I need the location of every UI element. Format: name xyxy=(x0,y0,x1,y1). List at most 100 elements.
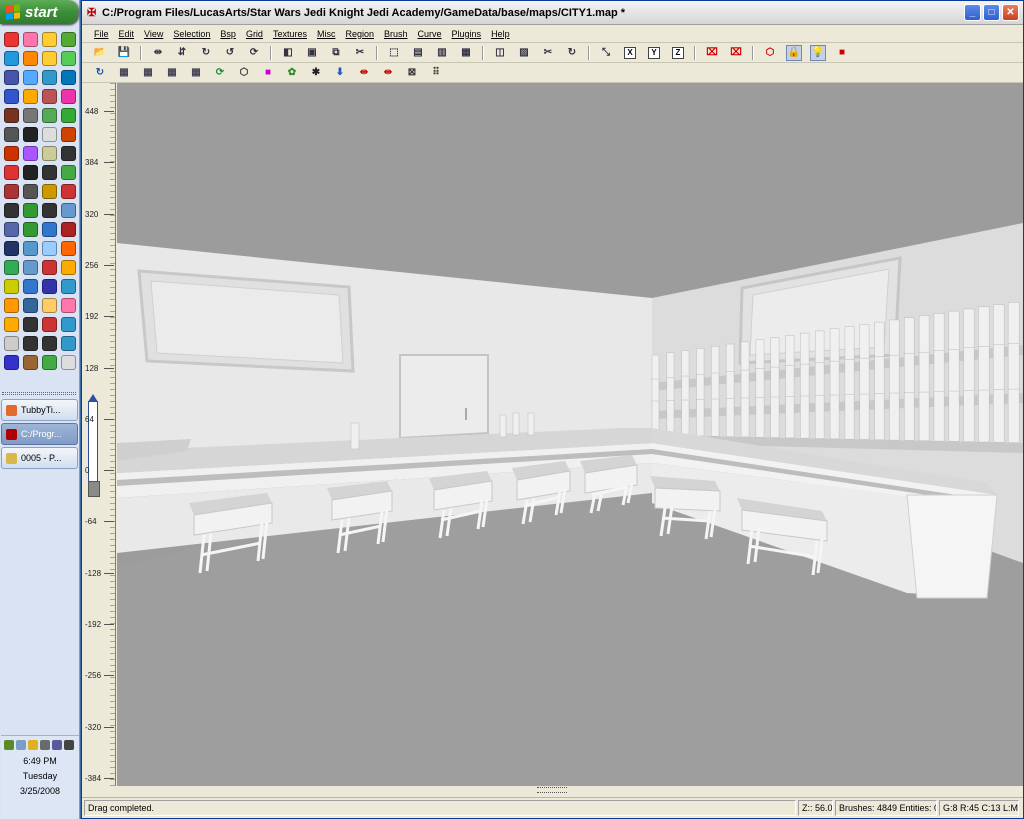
menu-textures[interactable]: Textures xyxy=(273,29,307,39)
quick-launch-app-icon[interactable] xyxy=(61,298,76,313)
scale-icon[interactable]: ⤡ xyxy=(598,45,614,61)
magenta-square-icon[interactable]: ■ xyxy=(260,65,276,81)
menu-edit[interactable]: Edit xyxy=(119,29,135,39)
view-3-icon[interactable]: ▦ xyxy=(164,65,180,81)
save-icon[interactable]: 💾 xyxy=(116,45,132,61)
quick-launch-app-icon[interactable] xyxy=(61,70,76,85)
spider-icon[interactable]: ✱ xyxy=(308,65,324,81)
quick-launch-app-icon[interactable] xyxy=(4,70,19,85)
select-touching-icon[interactable]: ▥ xyxy=(434,45,450,61)
tray-speaker-icon[interactable] xyxy=(64,740,74,750)
quick-launch-app-icon[interactable] xyxy=(42,184,57,199)
quick-launch-app-icon[interactable] xyxy=(23,260,38,275)
quick-launch-app-icon[interactable] xyxy=(23,241,38,256)
menu-bsp[interactable]: Bsp xyxy=(220,29,236,39)
quick-launch-app-icon[interactable] xyxy=(4,317,19,332)
quick-launch-app-icon[interactable] xyxy=(23,89,38,104)
quick-launch-app-icon[interactable] xyxy=(42,165,57,180)
quick-launch-app-icon[interactable] xyxy=(23,222,38,237)
close-button[interactable]: ✕ xyxy=(1002,4,1019,21)
quick-launch-app-icon[interactable] xyxy=(4,146,19,161)
tray-update-icon[interactable] xyxy=(52,740,62,750)
minimize-button[interactable]: _ xyxy=(964,4,981,21)
menu-file[interactable]: File xyxy=(94,29,109,39)
quick-launch-app-icon[interactable] xyxy=(4,184,19,199)
rotate-z-icon[interactable]: ⟳ xyxy=(246,45,262,61)
quick-launch-app-icon[interactable] xyxy=(4,260,19,275)
tree-icon[interactable]: ✿ xyxy=(284,65,300,81)
tray-network-icon[interactable] xyxy=(16,740,26,750)
crossed-box-icon[interactable]: ⊠ xyxy=(404,65,420,81)
view-4-icon[interactable]: ▦ xyxy=(188,65,204,81)
quick-launch-app-icon[interactable] xyxy=(42,146,57,161)
quick-launch-app-icon[interactable] xyxy=(4,127,19,142)
dots-icon[interactable]: ⠿ xyxy=(428,65,444,81)
hexagon-icon[interactable]: ⬡ xyxy=(236,65,252,81)
quick-launch-app-icon[interactable] xyxy=(61,241,76,256)
quick-launch-app-icon[interactable] xyxy=(23,127,38,142)
z-ruler[interactable]: 448 384 320 256 192 128 64 0 -64 -128 -192 -256 -320… xyxy=(82,83,116,786)
quick-launch-app-icon[interactable] xyxy=(4,108,19,123)
flip-y-icon[interactable]: ⇵ xyxy=(174,45,190,61)
quick-launch-app-icon[interactable] xyxy=(42,203,57,218)
quick-launch-app-icon[interactable] xyxy=(61,317,76,332)
task-button-photo[interactable]: 0005 - P... xyxy=(1,447,78,469)
menu-help[interactable]: Help xyxy=(491,29,510,39)
red-arrows-2-icon[interactable]: ⇹ xyxy=(380,65,396,81)
title-bar[interactable]: ✠ C:/Program Files/LucasArts/Star Wars J… xyxy=(82,1,1023,25)
menu-curve[interactable]: Curve xyxy=(418,29,442,39)
maximize-button[interactable]: □ xyxy=(983,4,1000,21)
csg-clip-icon[interactable]: ✂ xyxy=(352,45,368,61)
quick-launch-app-icon[interactable] xyxy=(61,184,76,199)
quick-launch-app-icon[interactable] xyxy=(23,146,38,161)
quick-launch-app-icon[interactable] xyxy=(23,32,38,47)
quick-launch-app-icon[interactable] xyxy=(4,336,19,351)
quick-launch-app-icon[interactable] xyxy=(42,51,57,66)
quick-launch-app-icon[interactable] xyxy=(23,298,38,313)
quick-launch-app-icon[interactable] xyxy=(42,127,57,142)
z-axis-button[interactable]: Z xyxy=(672,46,684,59)
menu-view[interactable]: View xyxy=(144,29,163,39)
quick-launch-app-icon[interactable] xyxy=(42,89,57,104)
quick-launch-app-icon[interactable] xyxy=(4,222,19,237)
csg-hollow-icon[interactable]: ▣ xyxy=(304,45,320,61)
menu-brush[interactable]: Brush xyxy=(384,29,408,39)
menu-misc[interactable]: Misc xyxy=(317,29,336,39)
quick-launch-app-icon[interactable] xyxy=(4,355,19,370)
refresh-icon[interactable]: ⟳ xyxy=(212,65,228,81)
quick-launch-app-icon[interactable] xyxy=(4,203,19,218)
tray-windows-icon[interactable] xyxy=(4,740,14,750)
red-tool-icon[interactable]: ■ xyxy=(834,45,850,61)
quick-launch-app-icon[interactable] xyxy=(23,355,38,370)
quick-launch-app-icon[interactable] xyxy=(61,51,76,66)
csg-merge-icon[interactable]: ⧉ xyxy=(328,45,344,61)
quick-launch-app-icon[interactable] xyxy=(61,355,76,370)
quick-launch-app-icon[interactable] xyxy=(42,222,57,237)
clipper-icon[interactable]: ✂ xyxy=(540,45,556,61)
no-entities-icon[interactable]: ⌧ xyxy=(704,45,720,61)
menu-plugins[interactable]: Plugins xyxy=(452,29,482,39)
quick-launch-app-icon[interactable] xyxy=(61,279,76,294)
quick-launch-app-icon[interactable] xyxy=(61,146,76,161)
quick-launch-app-icon[interactable] xyxy=(42,70,57,85)
quick-launch-app-icon[interactable] xyxy=(61,89,76,104)
camera-viewport[interactable] xyxy=(117,83,1023,786)
menu-grid[interactable]: Grid xyxy=(246,29,263,39)
quick-launch-app-icon[interactable] xyxy=(23,108,38,123)
quick-launch-app-icon[interactable] xyxy=(4,51,19,66)
quick-launch-app-icon[interactable] xyxy=(4,32,19,47)
texture-icon-icon[interactable]: ▨ xyxy=(516,45,532,61)
quick-launch-app-icon[interactable] xyxy=(23,165,38,180)
select-inside-icon[interactable]: ▤ xyxy=(410,45,426,61)
quick-launch-app-icon[interactable] xyxy=(42,108,57,123)
task-button-radiant[interactable]: C:/Progr... xyxy=(1,423,78,445)
quick-launch-app-icon[interactable] xyxy=(23,184,38,199)
quick-launch-app-icon[interactable] xyxy=(61,127,76,142)
rotate-x-icon[interactable]: ↻ xyxy=(198,45,214,61)
rotate-y-icon[interactable]: ↺ xyxy=(222,45,238,61)
quick-launch-app-icon[interactable] xyxy=(61,32,76,47)
view-1-icon[interactable]: ▦ xyxy=(116,65,132,81)
quick-launch-app-icon[interactable] xyxy=(42,336,57,351)
quick-launch-app-icon[interactable] xyxy=(61,260,76,275)
quick-launch-app-icon[interactable] xyxy=(23,51,38,66)
